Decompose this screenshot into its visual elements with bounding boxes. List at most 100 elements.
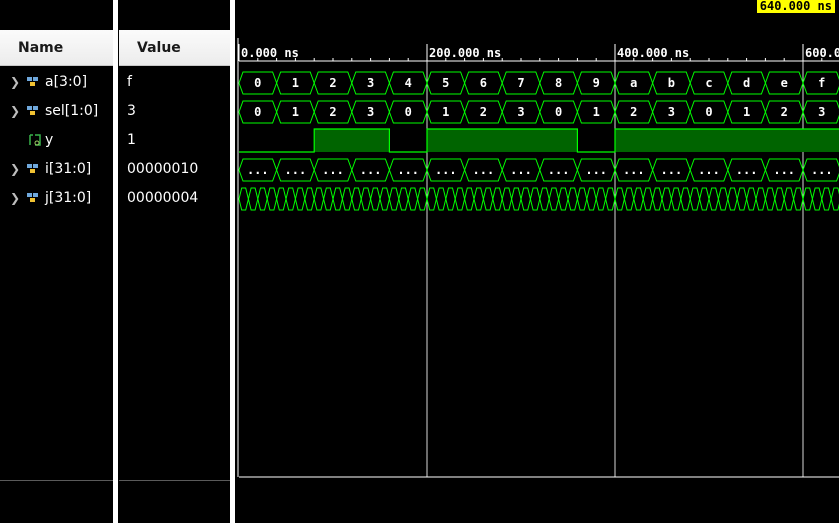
a-bus-segment-label: d [743, 76, 750, 90]
j-bus-segment [661, 187, 672, 211]
i-bus-segment-label: ... [322, 163, 344, 177]
j-bus-segment [360, 187, 372, 211]
j-bus-segment [539, 187, 550, 211]
i-bus-segment-label: ... [397, 163, 419, 177]
y-high-fill [427, 129, 578, 152]
j-bus-segment [388, 187, 400, 211]
i-bus-segment-label: ... [585, 163, 607, 177]
a-bus-segment-label: 1 [292, 76, 299, 90]
j-bus-segment [605, 187, 616, 211]
i-bus-segment-label: ... [698, 163, 720, 177]
i-bus-segment-label: ... [510, 163, 532, 177]
time-tick-label: 0.000 ns [241, 46, 299, 60]
a-bus-segment-label: c [705, 76, 712, 90]
j-bus-segment [689, 187, 701, 211]
j-bus-segment [586, 187, 597, 211]
j-bus-segment [755, 187, 766, 211]
sel-bus-segment-label: 3 [668, 105, 675, 119]
j-bus-segment [811, 187, 823, 211]
j-bus-segment [276, 187, 287, 211]
i-bus-segment-label: ... [435, 163, 457, 177]
j-bus-segment [351, 187, 362, 211]
j-bus-segment [652, 187, 663, 211]
j-bus-segment [633, 187, 644, 211]
sel-bus-segment-label: 1 [442, 105, 449, 119]
j-bus-segment [802, 187, 813, 211]
j-bus-segment [727, 187, 738, 211]
j-bus-segment [304, 187, 315, 211]
a-bus-segment-label: 7 [517, 76, 524, 90]
j-bus-segment [558, 187, 569, 211]
time-tick-label: 600.0 [805, 46, 839, 60]
j-bus-segment [398, 187, 409, 211]
j-bus-segment [717, 187, 729, 211]
j-bus-segment [774, 187, 785, 211]
j-bus-segment [830, 187, 839, 211]
j-bus-segment [670, 187, 682, 211]
sel-bus-segment-label: 1 [743, 105, 750, 119]
a-bus-segment-label: 5 [442, 76, 449, 90]
i-bus-segment-label: ... [773, 163, 795, 177]
a-bus-segment-label: 6 [480, 76, 487, 90]
j-bus-segment [238, 187, 249, 211]
j-bus-segment [454, 187, 466, 211]
sel-bus-segment-label: 3 [517, 105, 524, 119]
j-bus-segment [445, 187, 456, 211]
j-bus-segment [285, 187, 296, 211]
j-bus-segment [407, 187, 419, 211]
sel-bus-segment-label: 2 [480, 105, 487, 119]
j-bus-segment [379, 187, 390, 211]
j-bus-segment [529, 187, 541, 211]
j-bus-segment [266, 187, 278, 211]
i-bus-segment-label: ... [247, 163, 269, 177]
j-bus-segment [294, 187, 306, 211]
a-bus-segment-label: 4 [405, 76, 412, 90]
j-bus-segment [492, 187, 503, 211]
i-bus-segment-label: ... [473, 163, 495, 177]
sel-bus-segment-label: 3 [367, 105, 374, 119]
sel-bus-segment-label: 0 [405, 105, 412, 119]
j-bus-segment [247, 187, 259, 211]
j-bus-segment [501, 187, 513, 211]
a-bus-segment-label: f [818, 76, 825, 90]
sel-bus-segment-label: 2 [781, 105, 788, 119]
time-tick-label: 400.000 ns [617, 46, 689, 60]
sel-bus-segment-label: 0 [254, 105, 261, 119]
j-bus-segment [482, 187, 494, 211]
a-bus-segment-label: a [630, 76, 637, 90]
j-bus-segment [370, 187, 381, 211]
cursor-time-label: 640.000 ns [756, 0, 835, 13]
i-bus-segment-label: ... [548, 163, 570, 177]
j-bus-segment [642, 187, 654, 211]
j-bus-segment [736, 187, 748, 211]
a-bus-segment-label: 8 [555, 76, 562, 90]
j-bus-segment [341, 187, 353, 211]
j-bus-segment [332, 187, 343, 211]
a-bus-segment-label: b [668, 76, 675, 90]
j-bus-segment [699, 187, 710, 211]
j-bus-segment [576, 187, 588, 211]
waveform-canvas[interactable]: 0.000 ns 200.000 ns 400.000 ns 600.0 0 1 2 3 4 5 6… [0, 0, 839, 523]
a-bus-segment-label: 2 [329, 76, 336, 90]
j-bus-segment [595, 187, 607, 211]
i-bus-segment-label: ... [661, 163, 683, 177]
j-bus-segment [614, 187, 625, 211]
i-bus-segment-label: ... [360, 163, 382, 177]
time-tick-label: 200.000 ns [429, 46, 501, 60]
j-bus-segment [435, 187, 447, 211]
i-bus-segment-label: ... [736, 163, 758, 177]
sel-bus-segment-label: 1 [292, 105, 299, 119]
i-bus-segment-label: ... [623, 163, 645, 177]
j-bus-segment [764, 187, 776, 211]
a-bus-segment-label: e [781, 76, 788, 90]
sel-bus-segment-label: 0 [555, 105, 562, 119]
j-bus-segment [783, 187, 795, 211]
j-bus-segment [708, 187, 719, 211]
i-bus-segment-label: ... [285, 163, 307, 177]
j-bus-segment [464, 187, 475, 211]
j-bus-segment [567, 187, 578, 211]
a-bus-segment-label: 9 [593, 76, 600, 90]
j-bus-segment [313, 187, 325, 211]
a-bus-segment-label: 0 [254, 76, 261, 90]
j-bus-segment [746, 187, 757, 211]
